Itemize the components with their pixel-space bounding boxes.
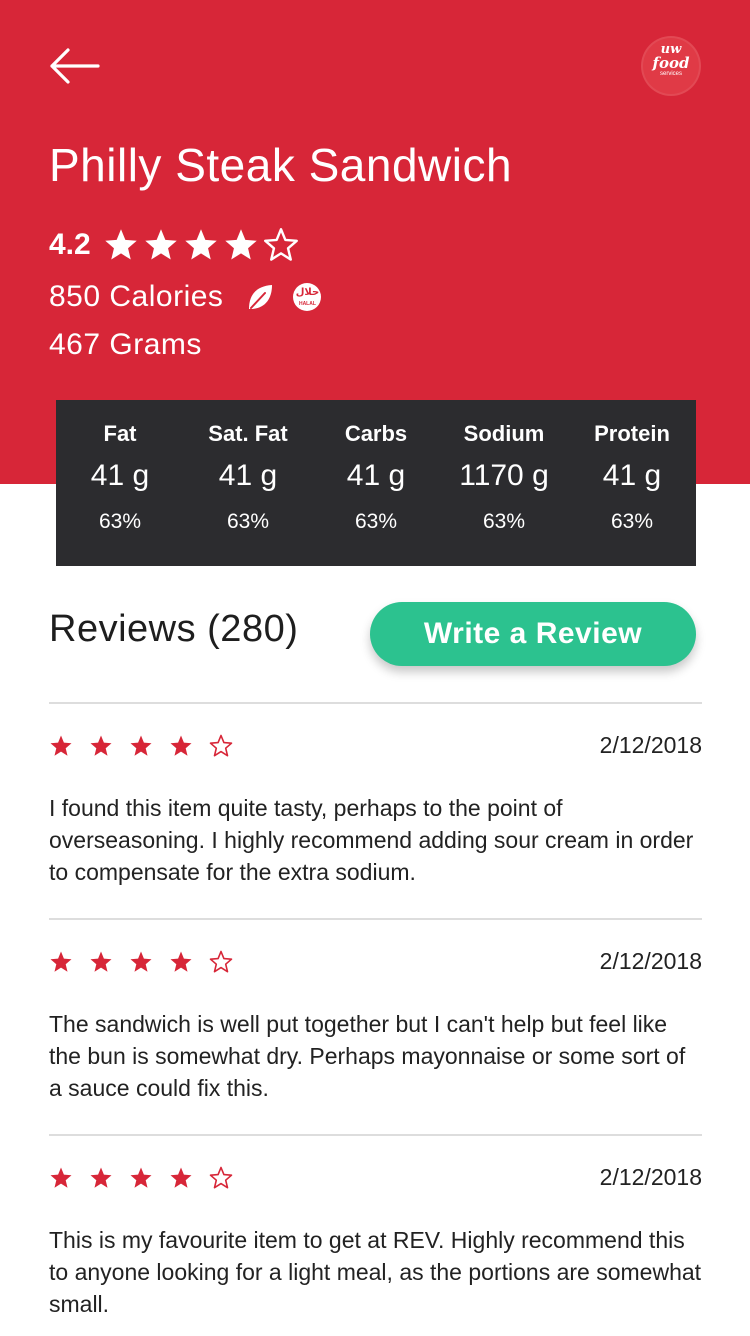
rating-value: 4.2 (49, 228, 91, 261)
review-star-rating (49, 950, 249, 974)
star-filled-icon (184, 229, 217, 260)
review-item: 2/12/2018 The sandwich is well put toget… (49, 918, 702, 1136)
nutrition-percent: 63% (98, 510, 142, 533)
nutrition-percent: 63% (610, 510, 654, 533)
review-item: 2/12/2018 I found this item quite tasty,… (49, 702, 702, 920)
star-filled-icon (50, 951, 72, 972)
nutrition-label: Protein (594, 421, 670, 446)
item-title: Philly Steak Sandwich (49, 139, 513, 191)
item-rating: 4.2 (49, 224, 303, 266)
star-filled-icon (90, 735, 112, 756)
calories-text: 850 Calories (49, 280, 224, 313)
review-text: I found this item quite tasty, perhaps t… (49, 795, 694, 885)
uw-food-services-logo: uw food services (641, 36, 701, 96)
reviews-heading: Reviews (280) (49, 608, 299, 650)
nutrition-label: Carbs (344, 421, 408, 446)
nutrition-label: Sodium (463, 421, 545, 446)
nutrition-col-sodium: Sodium 1170 g 63% (440, 400, 568, 566)
star-filled-icon (224, 229, 257, 260)
review-star-rating (49, 734, 249, 758)
nutrition-col-carbs: Carbs 41 g 63% (312, 400, 440, 566)
review-date: 2/12/2018 (599, 948, 702, 974)
review-text: The sandwich is well put together but I … (49, 1011, 686, 1101)
nutrition-table: Fat 41 g 63% Sat. Fat 41 g 63% Carbs 41 … (56, 400, 696, 566)
star-filled-icon (130, 1167, 152, 1188)
star-filled-icon (170, 1167, 192, 1188)
review-date: 2/12/2018 (599, 1164, 702, 1190)
nutrition-amount: 41 g (90, 459, 150, 492)
write-review-button[interactable]: Write a Review (370, 602, 696, 666)
nutrition-label: Sat. Fat (208, 421, 288, 446)
calories-row: 850 Calories حلال HALAL (49, 276, 322, 318)
nutrition-col-sat-fat: Sat. Fat 41 g 63% (184, 400, 312, 566)
star-filled-icon (104, 229, 137, 260)
review-text: This is my favourite item to get at REV.… (49, 1227, 702, 1317)
star-filled-icon (50, 1167, 72, 1188)
star-filled-icon (90, 1167, 112, 1188)
nutrition-percent: 63% (354, 510, 398, 533)
star-filled-icon (50, 735, 72, 756)
nutrition-percent: 63% (226, 510, 270, 533)
review-item: 2/12/2018 This is my favourite item to g… (49, 1134, 702, 1336)
review-star-rating (49, 1166, 249, 1190)
star-outline-icon (209, 950, 233, 973)
star-filled-icon (130, 951, 152, 972)
leaf-icon (249, 285, 273, 309)
header-star-rating (103, 227, 303, 263)
star-outline-icon (263, 228, 298, 261)
nutrition-percent: 63% (482, 510, 526, 533)
review-date: 2/12/2018 (599, 732, 702, 758)
nutrition-col-protein: Protein 41 g 63% (568, 400, 696, 566)
star-filled-icon (144, 229, 177, 260)
star-filled-icon (130, 735, 152, 756)
nutrition-col-fat: Fat 41 g 63% (56, 400, 184, 566)
nutrition-amount: 41 g (602, 459, 662, 492)
star-outline-icon (209, 734, 233, 757)
nutrition-amount: 41 g (218, 459, 278, 492)
halal-icon: حلال HALAL (293, 283, 322, 311)
star-filled-icon (170, 735, 192, 756)
arrow-left-icon (50, 48, 100, 84)
weight-text: 467 Grams (49, 328, 202, 361)
nutrition-amount: 41 g (346, 459, 406, 492)
star-filled-icon (170, 951, 192, 972)
star-outline-icon (209, 1166, 233, 1189)
back-button[interactable] (46, 46, 102, 86)
star-filled-icon (90, 951, 112, 972)
nutrition-amount: 1170 g (459, 459, 549, 492)
nutrition-label: Fat (103, 421, 137, 446)
